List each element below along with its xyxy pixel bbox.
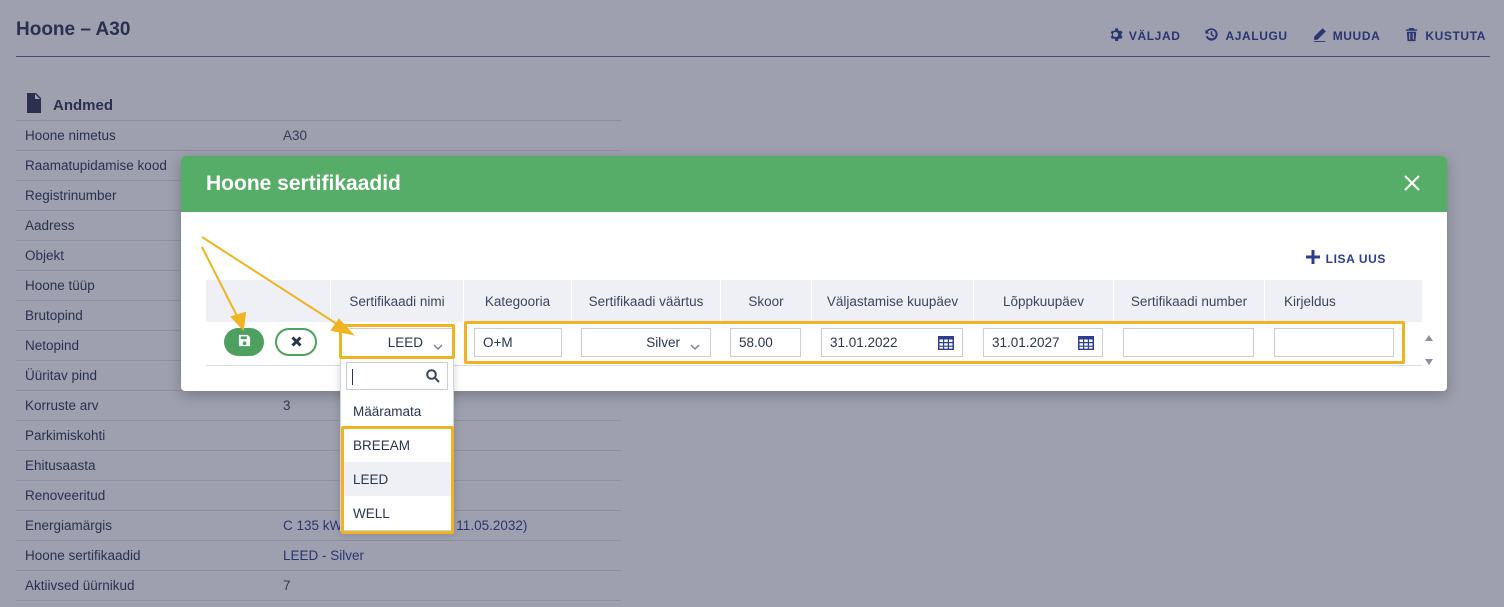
scroll-up-arrow[interactable] (1425, 328, 1433, 341)
actions-column-header (206, 280, 330, 322)
scroll-down-arrow[interactable] (1425, 352, 1433, 365)
save-button[interactable] (224, 328, 264, 356)
certificate-value-select[interactable]: Silver (581, 328, 711, 357)
calendar-icon[interactable] (938, 336, 954, 350)
score-input[interactable]: 58.00 (730, 328, 801, 357)
column-header-number: Sertifikaadi number (1113, 280, 1264, 322)
save-icon (238, 334, 251, 350)
dropdown-option-breeam[interactable]: BREEAM (341, 428, 453, 462)
issue-date-value: 31.01.2022 (830, 335, 898, 350)
certificate-name-select[interactable]: LEED (340, 328, 454, 357)
end-date-field[interactable]: 31.01.2027 (983, 328, 1103, 357)
text-cursor (352, 369, 353, 385)
issue-date-field[interactable]: 31.01.2022 (821, 328, 963, 357)
certificates-modal: Hoone sertifikaadid LISA UUS Sertifikaad… (181, 156, 1447, 531)
certificates-grid: Sertifikaadi nimi Kategooria Sertifikaad… (206, 280, 1433, 366)
certificate-value-value: Silver (646, 335, 680, 350)
chevron-down-icon (690, 339, 700, 351)
close-icon (290, 334, 302, 350)
close-button[interactable] (1403, 174, 1421, 192)
close-icon (1403, 175, 1421, 195)
description-input[interactable] (1274, 328, 1394, 357)
column-header-category: Kategooria (463, 280, 571, 322)
modal-title: Hoone sertifikaadid (206, 172, 401, 195)
certificate-number-input[interactable] (1123, 328, 1254, 357)
modal-header: Hoone sertifikaadid (181, 156, 1447, 212)
column-header-description: Kirjeldus (1264, 280, 1422, 322)
calendar-icon[interactable] (1078, 336, 1094, 350)
chevron-down-icon (433, 339, 443, 351)
column-header-end-date: Lõppkuupäev (973, 280, 1113, 322)
certificate-name-value: LEED (387, 335, 423, 350)
certificate-name-dropdown: Määramata BREEAM LEED WELL (340, 357, 454, 531)
column-header-value: Sertifikaadi väärtus (571, 280, 720, 322)
column-header-name: Sertifikaadi nimi (330, 280, 463, 322)
cancel-button[interactable] (275, 328, 317, 356)
add-new-button[interactable]: LISA UUS (1305, 250, 1386, 267)
end-date-value: 31.01.2027 (992, 335, 1060, 350)
category-input[interactable]: O+M (474, 328, 562, 357)
column-header-score: Skoor (720, 280, 811, 322)
dropdown-option-well[interactable]: WELL (341, 496, 453, 530)
add-new-label: LISA UUS (1325, 251, 1386, 266)
dropdown-option-unspecified[interactable]: Määramata (341, 394, 453, 428)
dropdown-option-leed[interactable]: LEED (341, 462, 453, 496)
column-header-issue-date: Väljastamise kuupäev (811, 280, 973, 322)
plus-icon (1305, 250, 1320, 267)
grid-header: Sertifikaadi nimi Kategooria Sertifikaad… (206, 280, 1422, 322)
dropdown-search-input[interactable] (346, 362, 448, 390)
